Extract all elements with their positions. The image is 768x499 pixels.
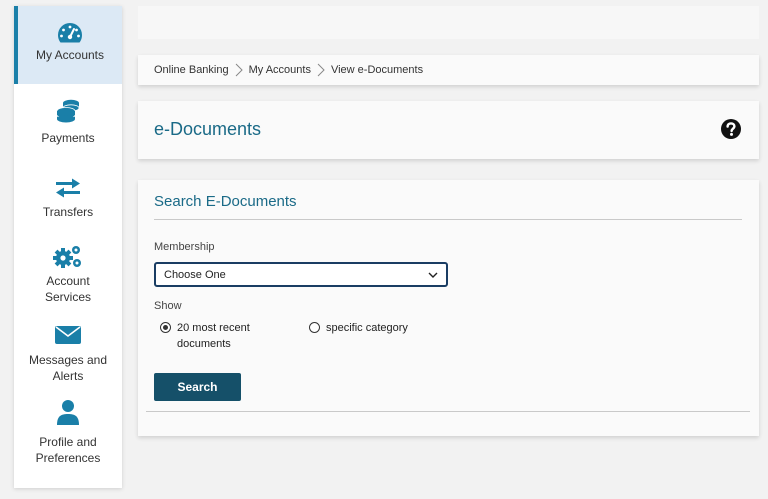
radio-button[interactable] <box>309 322 320 333</box>
search-panel: Search E-Documents Membership Choose One… <box>138 180 759 436</box>
radio-label: specific category <box>326 322 408 334</box>
membership-selected-value: Choose One <box>164 268 226 281</box>
divider <box>146 411 750 412</box>
sidebar-item-account-services[interactable]: Account Services <box>14 244 122 308</box>
membership-label: Membership <box>154 241 215 253</box>
membership-select[interactable]: Choose One <box>154 262 448 287</box>
sidebar-item-messages-alerts[interactable]: Messages and Alerts <box>14 324 122 388</box>
divider <box>154 219 742 220</box>
sidebar-item-label: Account Services <box>44 274 91 304</box>
page-header: e-Documents <box>138 101 759 159</box>
sidebar-item-transfers[interactable]: Transfers <box>14 178 122 223</box>
chevron-right-icon <box>235 63 243 77</box>
breadcrumb-item-current: View e-Documents <box>330 64 424 76</box>
sidebar-item-label: Transfers <box>42 205 94 219</box>
search-section-title: Search E-Documents <box>154 193 297 210</box>
dashboard-icon <box>57 21 83 45</box>
chevron-right-icon <box>317 63 325 77</box>
radio-option-specific-category[interactable]: specific category <box>309 320 408 336</box>
chevron-down-icon <box>428 272 438 278</box>
page-title: e-Documents <box>154 119 262 139</box>
user-icon <box>56 399 80 425</box>
top-bar <box>138 6 759 39</box>
transfer-arrows-icon <box>55 178 81 198</box>
radio-button[interactable] <box>160 322 171 333</box>
gears-icon <box>52 244 84 270</box>
question-circle-icon[interactable] <box>720 118 742 140</box>
radio-label: 20 most recent documents <box>177 322 250 350</box>
breadcrumb: Online Banking My Accounts View e-Docume… <box>138 55 759 85</box>
radio-option-most-recent[interactable]: 20 most recent documents <box>160 320 250 352</box>
sidebar-item-profile-preferences[interactable]: Profile and Preferences <box>14 399 122 467</box>
sidebar-item-label: Profile and Preferences <box>35 435 101 465</box>
breadcrumb-item-my-accounts[interactable]: My Accounts <box>249 64 311 76</box>
sidebar-item-label: Messages and Alerts <box>28 353 108 383</box>
sidebar-item-label: Payments <box>41 131 95 145</box>
sidebar-item-label: My Accounts <box>35 48 105 62</box>
breadcrumb-item-online-banking[interactable]: Online Banking <box>154 64 229 76</box>
envelope-icon <box>54 324 82 346</box>
sidebar-item-my-accounts[interactable]: My Accounts <box>14 6 122 84</box>
sidebar: My Accounts Payments Transfers Account S… <box>14 6 122 488</box>
show-label: Show <box>154 300 182 312</box>
search-button[interactable]: Search <box>154 373 241 401</box>
coins-icon <box>54 98 82 124</box>
sidebar-item-payments[interactable]: Payments <box>14 98 122 148</box>
